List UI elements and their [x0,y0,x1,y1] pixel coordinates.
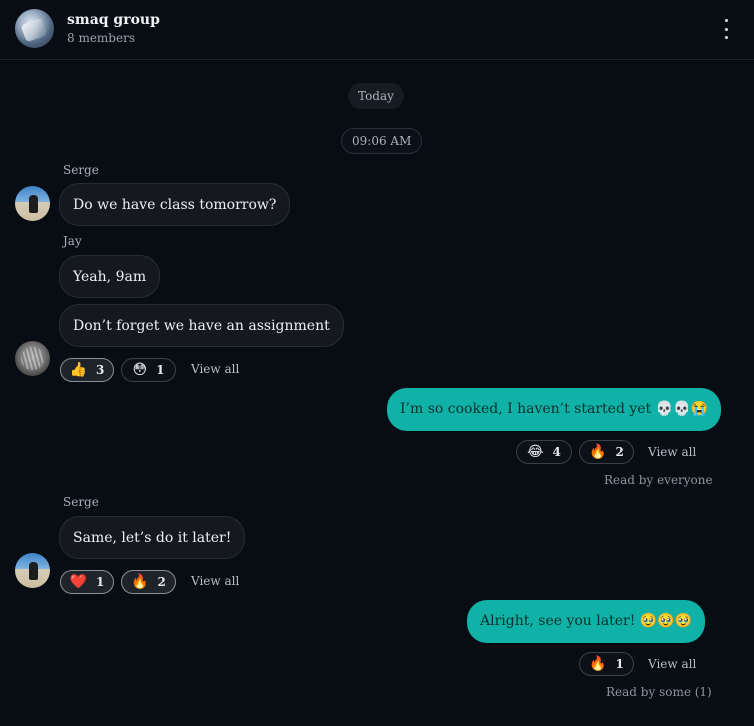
reaction-chip[interactable]: 👍 3 [60,358,114,382]
reaction-count: 2 [615,445,624,459]
view-all-reactions-link[interactable]: View all [648,445,696,459]
group-name[interactable]: smaq group [67,12,160,28]
flushed-face-icon: 😳 [132,362,148,378]
fire-icon: 🔥 [589,656,607,672]
view-all-reactions-link[interactable]: View all [191,574,239,588]
avatar[interactable] [15,553,50,588]
avatar[interactable] [15,341,50,376]
reaction-count: 1 [156,363,165,377]
time-separator: 09:06 AM [341,128,423,154]
reaction-count: 3 [96,363,105,377]
reaction-chip[interactable]: 🔥 2 [121,570,176,594]
reaction-count: 1 [615,657,624,671]
message-bubble[interactable]: Yeah, 9am [59,255,161,298]
read-receipt: Read by some (1) [606,685,712,699]
avatar[interactable] [15,186,50,221]
group-avatar[interactable] [15,9,54,48]
message-text: Alright, see you later! 🥹🥹🥹 [480,613,693,629]
message-bubble[interactable]: Don’t forget we have an assignment [59,304,344,347]
reaction-chip[interactable]: 🔥 1 [579,652,634,676]
message-bubble[interactable]: Same, let’s do it later! [59,516,246,559]
chat-header: smaq group 8 members [0,0,754,60]
reaction-chip[interactable]: 😳 1 [121,358,176,382]
sender-name: Serge [63,163,99,177]
laughing-face-icon: 😂 [527,444,544,460]
read-receipt: Read by everyone [604,473,713,487]
sender-name: Serge [63,495,99,509]
member-count: 8 members [67,31,135,45]
fire-icon: 🔥 [131,574,149,590]
reaction-chip[interactable]: 😂 4 [516,440,572,464]
reaction-chip[interactable]: 🔥 2 [579,440,634,464]
message-bubble[interactable]: Do we have class tomorrow? [59,183,291,226]
thumbs-up-icon: 👍 [69,362,88,378]
sender-name: Jay [63,234,82,248]
view-all-reactions-link[interactable]: View all [191,362,239,376]
message-bubble-outgoing[interactable]: I’m so cooked, I haven’t started yet 💀💀😭 [387,388,721,431]
kebab-menu-icon[interactable] [718,19,734,39]
view-all-reactions-link[interactable]: View all [648,657,696,671]
reaction-count: 2 [157,575,166,589]
date-separator: Today [348,83,404,109]
reaction-count: 1 [96,575,105,589]
fire-icon: 🔥 [589,444,607,460]
heart-icon: ❤️ [69,574,88,590]
message-bubble-outgoing[interactable]: Alright, see you later! 🥹🥹🥹 [467,600,706,643]
reaction-chip[interactable]: ❤️ 1 [60,570,114,594]
message-text: I’m so cooked, I haven’t started yet 💀💀😭 [400,401,708,417]
reaction-count: 4 [552,445,561,459]
